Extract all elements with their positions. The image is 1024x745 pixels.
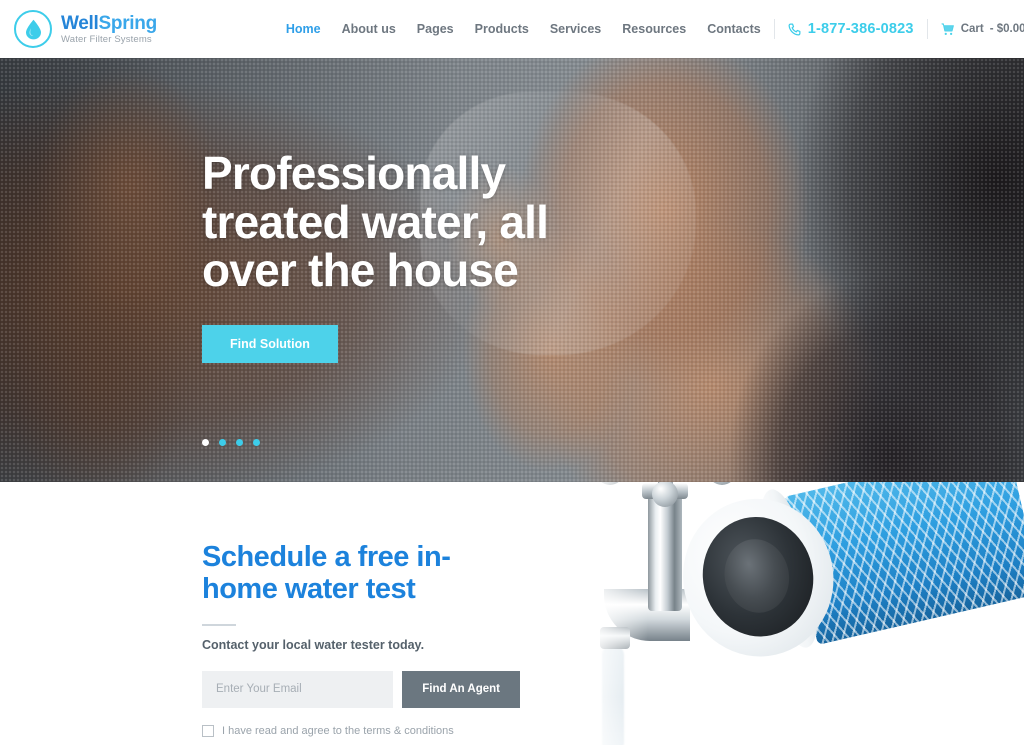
- divider: [926, 19, 928, 39]
- slider-dot-4[interactable]: [253, 439, 260, 446]
- agent-finder-form: Find An Agent: [202, 670, 520, 708]
- phone-link[interactable]: 1-877-386-0823: [788, 21, 914, 37]
- schedule-subtitle: Contact your local water tester today.: [202, 637, 425, 652]
- email-input[interactable]: [202, 670, 394, 708]
- terms-row: I have read and agree to the terms & con…: [202, 724, 520, 737]
- nav-item-contacts[interactable]: Contacts: [707, 22, 760, 36]
- slider-dots: [202, 439, 260, 446]
- shopping-cart-icon: [941, 22, 954, 35]
- find-solution-button[interactable]: Find Solution: [202, 325, 338, 364]
- find-an-agent-button[interactable]: Find An Agent: [402, 670, 520, 708]
- product-image-fade: [588, 482, 648, 745]
- header-actions: 1-877-386-0823 Cart - $0.00 Send A Reque…: [761, 0, 1024, 58]
- logo-title: WellSpring: [61, 14, 157, 33]
- phone-icon: [788, 23, 801, 35]
- schedule-title: Schedule a free in-home water test: [202, 541, 451, 606]
- terms-checkbox[interactable]: [202, 724, 214, 737]
- terms-label: I have read and agree to the terms & con…: [222, 724, 454, 737]
- slider-dot-2[interactable]: [219, 439, 226, 446]
- logo-title-part2: Spring: [98, 12, 158, 34]
- title-divider: [202, 623, 236, 626]
- hero-content: Professionally treated water, all over t…: [0, 58, 1024, 482]
- logo-text: WellSpring Water Filter Systems: [61, 14, 157, 45]
- divider: [773, 19, 775, 39]
- slider-dot-3[interactable]: [236, 439, 243, 446]
- nav-item-home[interactable]: Home: [286, 22, 321, 36]
- site-header: WellSpring Water Filter Systems Home Abo…: [0, 0, 1024, 58]
- product-image-faucet-and-filter: [588, 482, 1024, 745]
- nav-item-about-us[interactable]: About us: [342, 22, 396, 36]
- cart-amount: - $0.00: [989, 23, 1024, 35]
- main-navigation: Home About us Pages Products Services Re…: [286, 22, 761, 36]
- schedule-section: Schedule a free in-home water test Conta…: [0, 482, 1024, 745]
- logo-title-part1: Well: [61, 12, 99, 34]
- schedule-content: Schedule a free in-home water test Conta…: [0, 482, 520, 737]
- slider-dot-1[interactable]: [202, 439, 209, 446]
- water-filter-cartridge: [665, 482, 1024, 745]
- hero-slider: Professionally treated water, all over t…: [0, 58, 1024, 482]
- logo[interactable]: WellSpring Water Filter Systems: [14, 10, 157, 48]
- hero-title: Professionally treated water, all over t…: [202, 146, 549, 297]
- water-drop-icon: [14, 10, 52, 48]
- cart-link[interactable]: Cart - $0.00: [941, 22, 1024, 36]
- faucet-knob-bottom: [652, 482, 678, 507]
- nav-item-resources[interactable]: Resources: [622, 22, 686, 36]
- cart-label: Cart: [960, 23, 984, 35]
- logo-subtitle: Water Filter Systems: [61, 33, 152, 45]
- phone-number: 1-877-386-0823: [807, 21, 914, 37]
- nav-item-services[interactable]: Services: [550, 22, 601, 36]
- faucet-knob-right: [708, 482, 736, 485]
- nav-item-pages[interactable]: Pages: [417, 22, 454, 36]
- nav-item-products[interactable]: Products: [475, 22, 529, 36]
